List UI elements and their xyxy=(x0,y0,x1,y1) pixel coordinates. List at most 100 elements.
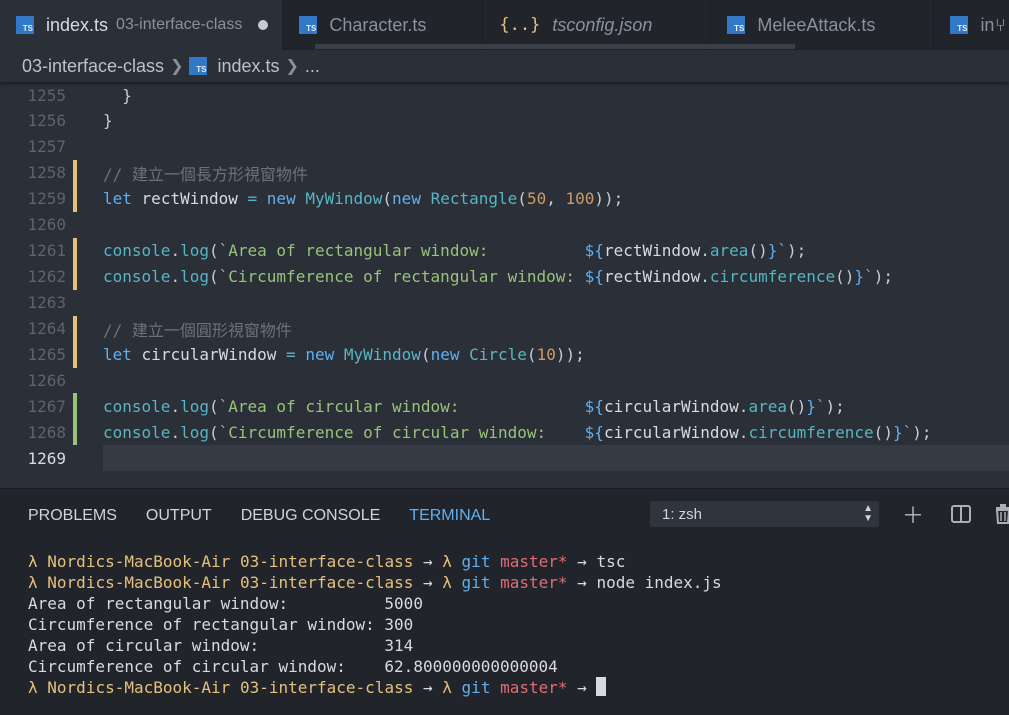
ts-file-icon: TS xyxy=(189,57,208,75)
code-line[interactable]: 1258 // 建立一個長方形視窗物件 xyxy=(0,159,1009,186)
tab-label: Character.ts xyxy=(329,14,427,35)
editor-tab[interactable]: {..} tsconfig.json xyxy=(483,0,712,50)
gutter-added-marker xyxy=(73,393,77,420)
code-line[interactable]: 1268 console.log(`Circumference of circul… xyxy=(0,419,1009,446)
panel-tab-debug-console[interactable]: DEBUG CONSOLE xyxy=(241,507,381,525)
editor-tab[interactable]: TS index.ts 03-interface-class xyxy=(0,0,284,50)
prompt-arrow: → xyxy=(422,552,433,571)
line-number: 1255 xyxy=(27,85,66,105)
code-comment: // 建立一個長方形視窗物件 xyxy=(103,164,308,184)
code-line[interactable]: 1256} xyxy=(0,108,1009,134)
prompt-lambda: λ xyxy=(442,552,452,571)
prompt-branch: master* xyxy=(500,552,568,571)
prompt-host: Nordics-MacBook-Air xyxy=(47,573,231,592)
breadcrumb-file[interactable]: index.ts xyxy=(217,56,279,77)
panel-tab-output[interactable]: OUTPUT xyxy=(146,507,212,525)
trash-icon[interactable] xyxy=(990,501,1009,527)
code-text: } xyxy=(122,85,132,105)
current-line-highlight xyxy=(103,445,1009,472)
code-line[interactable]: 1259 let rectWindow = new MyWindow(new Re… xyxy=(0,185,1009,212)
prompt-git: git xyxy=(461,678,491,697)
terminal-output-text: Area of circular window: 314 xyxy=(28,636,414,655)
line-number: 1257 xyxy=(27,137,66,157)
code-line[interactable]: 1262 console.log(`Circumference of rectan… xyxy=(0,263,1009,290)
source-control-icon[interactable]: ⑂ xyxy=(995,0,1009,50)
gutter-modified-marker xyxy=(73,341,77,368)
breadcrumb: 03-interface-class ❯ TS index.ts ❯ ... xyxy=(0,50,1009,82)
line-number: 1268 xyxy=(27,422,66,442)
prompt-directory: 03-interface-class xyxy=(239,573,414,592)
line-number: 1263 xyxy=(27,293,66,313)
ts-file-icon: TS xyxy=(727,16,746,34)
tab-folder-label: 03-interface-class xyxy=(116,16,243,33)
terminal-output-line: Circumference of rectangular window: 300 xyxy=(28,614,722,635)
select-arrows-icon: ▲ ▼ xyxy=(863,503,873,524)
code-comment: // 建立一個圓形視窗物件 xyxy=(103,320,292,340)
code-line[interactable]: 1267 console.log(`Area of circular window… xyxy=(0,393,1009,420)
chevron-right-icon: ❯ xyxy=(170,58,184,75)
code-line[interactable]: 1260 xyxy=(0,212,1009,238)
editor-tab[interactable]: TS Character.ts xyxy=(283,0,484,50)
prompt-arrow: → xyxy=(577,552,587,571)
line-number: 1267 xyxy=(27,396,66,416)
terminal-command-line: λ Nordics-MacBook-Air 03-interface-class… xyxy=(28,551,722,572)
line-number: 1262 xyxy=(27,267,66,287)
bottom-panel: PROBLEMS OUTPUT DEBUG CONSOLE TERMINAL 1: z… xyxy=(0,488,1009,715)
code-line[interactable]: 1263 xyxy=(0,290,1009,316)
line-number: 1266 xyxy=(27,370,66,390)
prompt-branch: master* xyxy=(500,573,568,592)
unsaved-dot-icon[interactable] xyxy=(258,20,269,30)
panel-tab-problems[interactable]: PROBLEMS xyxy=(28,507,117,525)
code-text: console.log(`Circumference of rectangula… xyxy=(103,267,893,287)
prompt-directory: 03-interface-class xyxy=(239,552,414,571)
code-text: let rectWindow = new MyWindow(new Rectan… xyxy=(103,189,624,209)
prompt-lambda: λ xyxy=(28,552,38,571)
code-line[interactable]: 1266 xyxy=(0,367,1009,393)
gutter-modified-marker xyxy=(73,263,77,290)
code-text: // 建立一個圓形視窗物件 xyxy=(103,317,292,341)
prompt-lambda: λ xyxy=(442,678,452,697)
code-text: console.log(`Area of rectangular window:… xyxy=(103,241,807,261)
panel-tab-terminal[interactable]: TERMINAL xyxy=(409,507,490,525)
terminal-command-line: λ Nordics-MacBook-Air 03-interface-class… xyxy=(28,677,722,698)
code-line[interactable]: 1257 xyxy=(0,134,1009,160)
prompt-directory: 03-interface-class xyxy=(239,678,414,697)
gutter-modified-marker xyxy=(73,315,77,342)
split-icon[interactable] xyxy=(948,501,974,527)
prompt-arrow: → xyxy=(577,678,587,697)
plus-icon[interactable]: ＋ xyxy=(900,501,926,528)
gutter-modified-marker xyxy=(73,159,77,186)
code-line[interactable]: 1265 let circularWindow = new MyWindow(ne… xyxy=(0,341,1009,368)
terminal-select[interactable]: 1: zsh ▲ ▼ xyxy=(650,501,879,527)
code-line[interactable]: 1261 console.log(`Area of rectangular win… xyxy=(0,237,1009,264)
gutter-modified-marker xyxy=(73,185,77,212)
line-number: 1269 xyxy=(27,448,66,468)
tab-label: tsconfig.json xyxy=(552,14,653,35)
terminal-command-line: λ Nordics-MacBook-Air 03-interface-class… xyxy=(28,572,722,593)
code-text: } xyxy=(103,111,113,131)
code-editor[interactable]: 1255 } 1256} 1257 1258// 建立一個長方形視窗物件 1259 let… xyxy=(0,82,1009,488)
line-number: 1265 xyxy=(27,345,66,364)
chevron-right-icon: ❯ xyxy=(285,58,299,75)
line-number: 1260 xyxy=(27,215,66,235)
terminal-output-text: Area of rectangular window: 5000 xyxy=(28,594,423,613)
terminal-output-line: Area of rectangular window: 5000 xyxy=(28,593,722,614)
tab-label: index.ts xyxy=(46,14,109,35)
code-line[interactable]: 1269 xyxy=(0,445,1009,472)
terminal-output-line: Area of circular window: 314 xyxy=(28,635,722,656)
line-number: 1258 xyxy=(27,163,66,183)
breadcrumb-folder[interactable]: 03-interface-class xyxy=(22,56,164,77)
line-number: 1256 xyxy=(27,111,66,131)
gutter-modified-marker xyxy=(73,237,77,264)
prompt-lambda: λ xyxy=(28,573,38,592)
terminal-output[interactable]: λ Nordics-MacBook-Air 03-interface-class… xyxy=(28,551,722,698)
code-text: // 建立一個長方形視窗物件 xyxy=(103,161,308,185)
code-line[interactable]: 1264 // 建立一個圓形視窗物件 xyxy=(0,315,1009,342)
editor-tab[interactable]: TS MeleeAttack.ts xyxy=(711,0,935,50)
prompt-lambda: λ xyxy=(442,573,452,592)
code-line[interactable]: 1255 } xyxy=(0,82,1009,108)
prompt-branch: master* xyxy=(500,678,568,697)
breadcrumb-more[interactable]: ... xyxy=(305,56,320,77)
terminal-cursor xyxy=(596,677,607,696)
tab-scrollbar[interactable] xyxy=(315,44,795,49)
